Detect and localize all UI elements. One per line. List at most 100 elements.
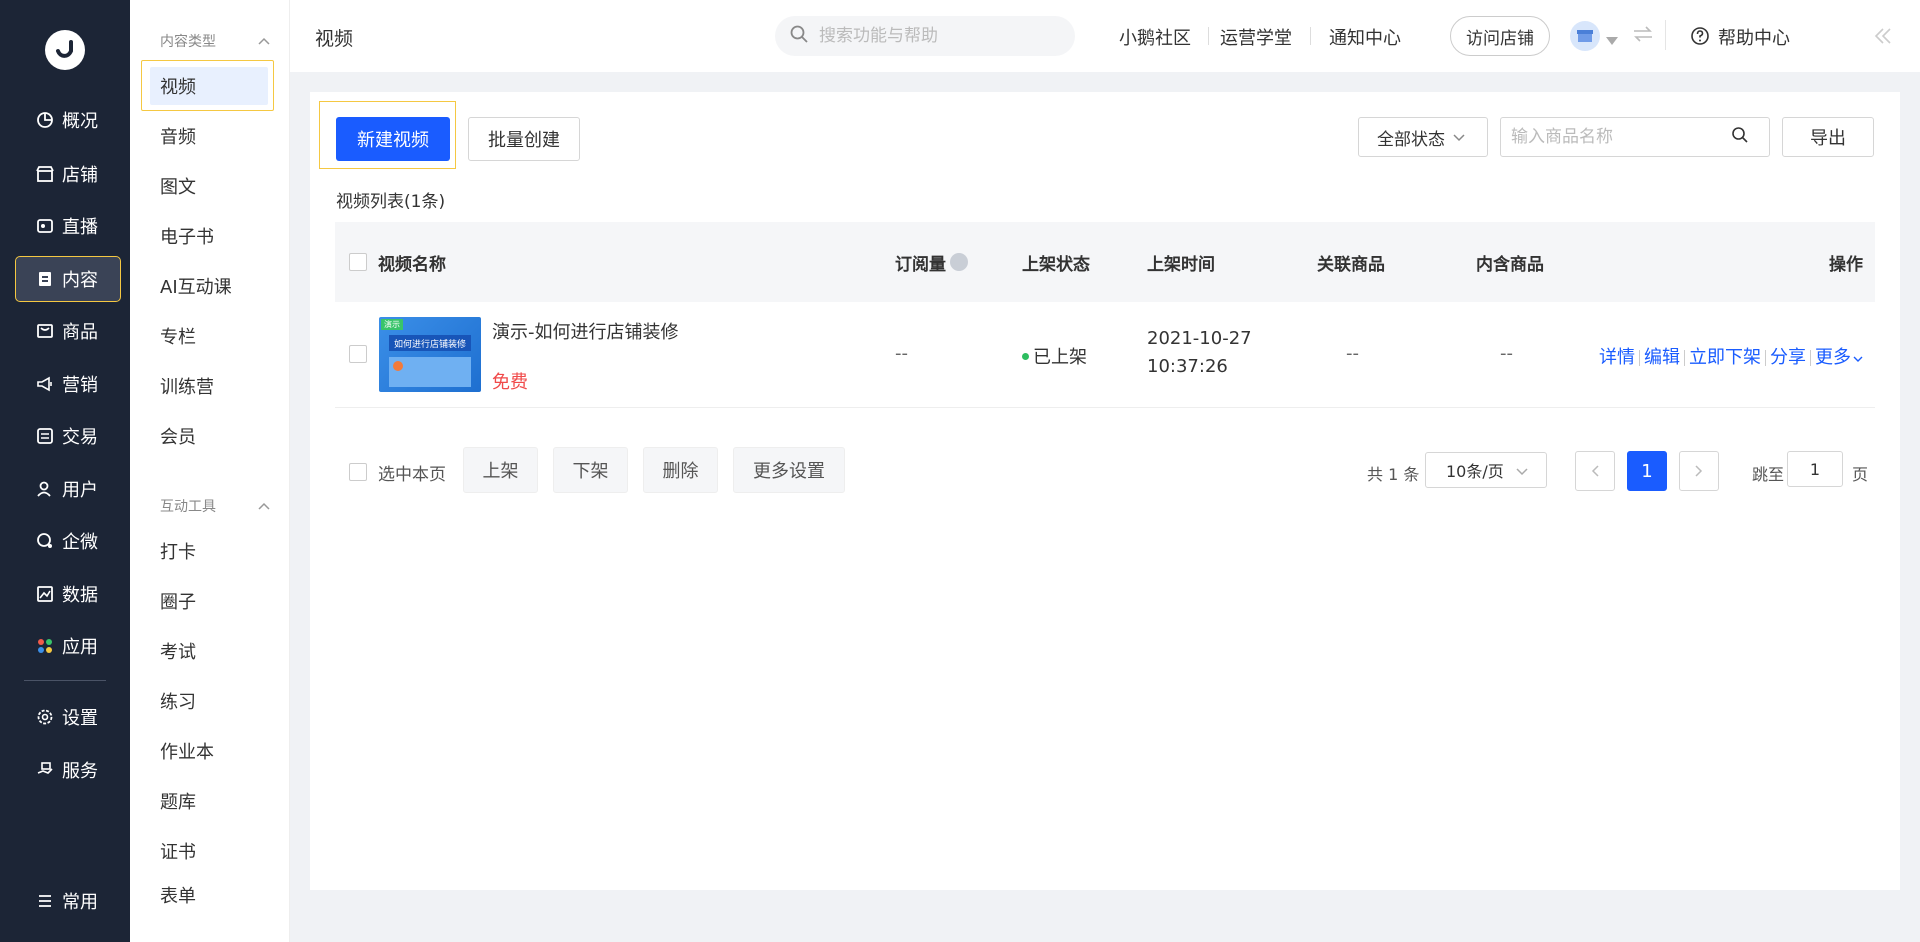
header-divider — [1310, 27, 1311, 45]
nav-item-label: 商品 — [62, 322, 98, 343]
video-status-label: 已上架 — [1033, 347, 1087, 368]
nav-item-label: 应用 — [62, 637, 98, 658]
trade-icon — [34, 425, 56, 447]
sub-nav-item-circle[interactable]: 圈子 — [150, 582, 268, 620]
video-related-goods: -- — [1346, 343, 1359, 364]
thumbnail-dot — [393, 361, 403, 371]
academy-link[interactable]: 运营学堂 — [1220, 24, 1292, 50]
new-video-button[interactable]: 新建视频 — [336, 117, 450, 161]
sub-nav-item-ebook[interactable]: 电子书 — [150, 217, 268, 255]
nav-item-wecom[interactable]: 企微 — [16, 519, 120, 563]
nav-group-content-type[interactable]: 内容类型 — [160, 31, 270, 51]
more-settings-button[interactable]: 更多设置 — [733, 447, 845, 493]
more-link[interactable]: 更多 — [1815, 347, 1851, 368]
action-divider — [1639, 350, 1640, 366]
search-icon — [789, 24, 809, 48]
action-divider — [1765, 350, 1766, 366]
search-icon[interactable] — [1731, 126, 1749, 148]
collapse-icon[interactable] — [1873, 26, 1893, 50]
nav-item-content[interactable]: 内容 — [15, 256, 121, 302]
sub-nav-item-question-bank[interactable]: 题库 — [150, 782, 268, 820]
sub-nav-item-camp[interactable]: 训练营 — [150, 367, 268, 405]
nav-item-goods[interactable]: 商品 — [16, 309, 120, 353]
sub-nav-item-ai-course[interactable]: AI互动课 — [150, 267, 268, 305]
action-divider — [1810, 350, 1811, 366]
bulk-delete-button[interactable]: 删除 — [643, 447, 718, 493]
unpublish-link[interactable]: 立即下架 — [1689, 347, 1761, 368]
community-link[interactable]: 小鹅社区 — [1119, 24, 1191, 50]
header-divider — [1665, 20, 1666, 50]
status-select[interactable]: 全部状态 — [1358, 117, 1488, 157]
page-button-current[interactable]: 1 — [1627, 451, 1667, 491]
sub-nav-item-audio[interactable]: 音频 — [150, 117, 268, 155]
chat-icon — [34, 530, 56, 552]
sub-nav-item-member[interactable]: 会员 — [150, 417, 268, 455]
data-icon — [34, 583, 56, 605]
nav-item-label: 营销 — [62, 375, 98, 396]
video-included-goods: -- — [1500, 343, 1513, 364]
select-page-checkbox[interactable] — [349, 463, 367, 481]
sub-nav-item-article[interactable]: 图文 — [150, 167, 268, 205]
sub-nav-item-form[interactable]: 表单 — [150, 882, 268, 904]
sub-nav: 内容类型 视频 音频 图文 电子书 AI互动课 专栏 训练营 会员 互动工具 打… — [130, 0, 290, 942]
gear-icon — [34, 706, 56, 728]
logo-icon[interactable] — [45, 30, 85, 70]
nav-item-user[interactable]: 用户 — [16, 467, 120, 511]
sub-nav-item-column[interactable]: 专栏 — [150, 317, 268, 355]
nav-item-apps[interactable]: 应用 — [16, 624, 120, 668]
edit-link[interactable]: 编辑 — [1644, 347, 1680, 368]
help-center-link[interactable]: 帮助中心 — [1718, 24, 1790, 50]
global-search-input[interactable] — [819, 26, 1059, 46]
page-size-select[interactable]: 10条/页 — [1425, 452, 1547, 488]
live-icon — [34, 215, 56, 237]
jump-page-input[interactable] — [1787, 451, 1843, 487]
info-icon[interactable] — [950, 253, 968, 271]
store-avatar[interactable] — [1570, 21, 1600, 51]
switch-icon[interactable] — [1632, 25, 1654, 47]
nav-item-data[interactable]: 数据 — [16, 572, 120, 616]
nav-item-trade[interactable]: 交易 — [16, 414, 120, 458]
goods-search[interactable] — [1500, 117, 1770, 157]
bulk-publish-button[interactable]: 上架 — [463, 447, 538, 493]
nav-item-marketing[interactable]: 营销 — [16, 362, 120, 406]
sub-nav-item-video[interactable]: 视频 — [150, 67, 268, 105]
export-button[interactable]: 导出 — [1782, 117, 1874, 157]
chevron-left-icon — [1591, 461, 1599, 482]
nav-group-interactive-tools[interactable]: 互动工具 — [160, 496, 270, 516]
next-page-button[interactable] — [1679, 451, 1719, 491]
row-actions: 详情 编辑 立即下架 分享 更多 — [1599, 343, 1863, 369]
goods-search-input[interactable] — [1511, 127, 1731, 147]
sub-nav-item-practice[interactable]: 练习 — [150, 682, 268, 720]
nav-item-settings[interactable]: 设置 — [16, 695, 120, 739]
nav-item-label: 用户 — [62, 480, 98, 501]
apps-icon — [34, 635, 56, 657]
sub-nav-item-certificate[interactable]: 证书 — [150, 832, 268, 870]
content-panel: 新建视频 批量创建 全部状态 导出 视频列表(1条) 视频名称 订阅量 上架状态… — [310, 92, 1900, 890]
nav-divider — [24, 680, 106, 681]
row-checkbox[interactable] — [349, 345, 367, 363]
nav-item-service[interactable]: 服务 — [16, 748, 120, 792]
status-dot — [1022, 352, 1029, 360]
notification-link[interactable]: 通知中心 — [1329, 24, 1401, 50]
bulk-unpublish-button[interactable]: 下架 — [553, 447, 628, 493]
nav-item-overview[interactable]: 概况 — [16, 98, 120, 142]
share-link[interactable]: 分享 — [1770, 347, 1806, 368]
prev-page-button[interactable] — [1575, 451, 1615, 491]
nav-item-common[interactable]: 常用 — [16, 879, 120, 923]
select-all-checkbox[interactable] — [349, 253, 367, 271]
video-title-link[interactable]: 演示-如何进行店铺装修 — [492, 318, 679, 344]
col-status: 上架状态 — [1022, 254, 1090, 275]
caret-down-icon[interactable] — [1606, 30, 1618, 49]
detail-link[interactable]: 详情 — [1599, 347, 1635, 368]
video-thumbnail[interactable]: 演示 如何进行店铺装修 — [379, 317, 481, 392]
sub-nav-item-checkin[interactable]: 打卡 — [150, 532, 268, 570]
batch-create-button[interactable]: 批量创建 — [468, 117, 580, 161]
sub-nav-item-exam[interactable]: 考试 — [150, 632, 268, 670]
video-status: 已上架 — [1022, 343, 1087, 369]
global-search[interactable] — [775, 16, 1075, 56]
sub-nav-item-homework[interactable]: 作业本 — [150, 732, 268, 770]
visit-store-button[interactable]: 访问店铺 — [1450, 16, 1550, 56]
nav-item-live[interactable]: 直播 — [16, 204, 120, 248]
chevron-down-icon[interactable] — [1853, 347, 1863, 368]
nav-item-shop[interactable]: 店铺 — [16, 152, 120, 196]
